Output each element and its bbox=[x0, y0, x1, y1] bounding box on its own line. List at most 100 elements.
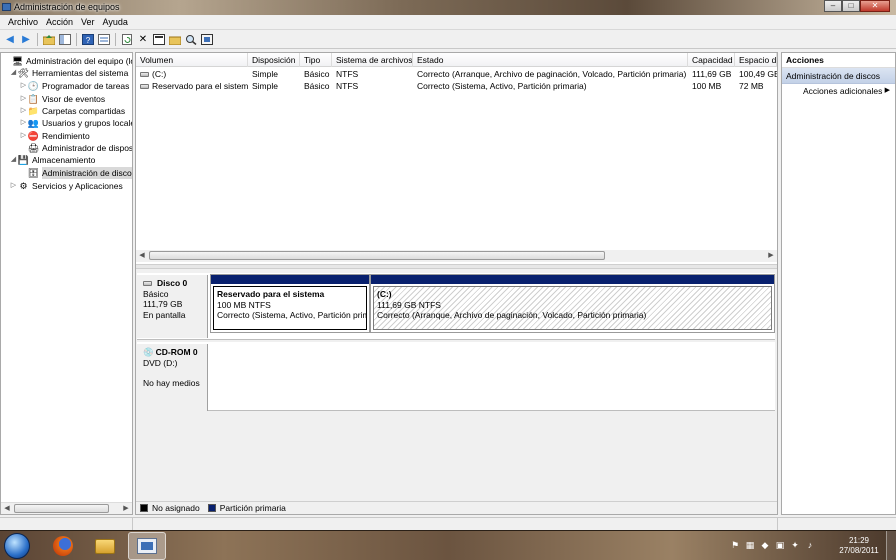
actions-section-disk-management[interactable]: Administración de discos bbox=[782, 68, 895, 84]
tree-item-performance[interactable]: ▷ ⛔ Rendimiento bbox=[19, 130, 90, 142]
tree-item-system-tools[interactable]: ◢ 🛠 Herramientas del sistema bbox=[9, 67, 129, 79]
scroll-left-icon[interactable]: ◀ bbox=[1, 503, 13, 514]
navigation-tree: 🖥Administración del equipo (local) ◢🛠Her… bbox=[0, 52, 133, 515]
column-volumen[interactable]: Volumen bbox=[136, 53, 248, 67]
scrollbar-thumb[interactable] bbox=[149, 251, 605, 260]
column-espacio-disponible[interactable]: Espacio disponible bbox=[735, 53, 777, 67]
volume-icon bbox=[140, 84, 149, 90]
expand-icon[interactable]: ▷ bbox=[19, 93, 28, 105]
title-bar: Administración de equipos – □ ✕ bbox=[0, 0, 896, 15]
tree-item-disk-management[interactable]: 🗄 Administración de discos bbox=[19, 167, 132, 179]
flag-icon[interactable]: ⚑ bbox=[730, 540, 740, 550]
disk-management-panel: Volumen Disposición Tipo Sistema de arch… bbox=[135, 52, 778, 515]
column-estado[interactable]: Estado bbox=[413, 53, 688, 67]
maximize-button[interactable]: □ bbox=[842, 0, 860, 12]
tree-item-device-manager[interactable]: 🖨Administrador de dispositivos bbox=[19, 142, 132, 154]
column-capacidad[interactable]: Capacidad bbox=[688, 53, 735, 67]
scroll-right-icon[interactable]: ▶ bbox=[120, 503, 132, 514]
volume-list-horizontal-scrollbar[interactable]: ◀ ▶ bbox=[136, 250, 777, 262]
network-icon[interactable]: ▦ bbox=[745, 540, 755, 550]
partition-c[interactable]: (C:) 111,69 GB NTFS Correcto (Arranque, … bbox=[370, 274, 775, 333]
volume-icon bbox=[140, 72, 149, 78]
minimize-button[interactable]: – bbox=[824, 0, 842, 12]
taskbar-firefox[interactable] bbox=[44, 532, 82, 560]
tools-icon: 🛠 bbox=[17, 68, 30, 78]
services-icon: ⚙ bbox=[19, 181, 28, 191]
taskbar-explorer[interactable] bbox=[86, 532, 124, 560]
export-icon[interactable] bbox=[200, 33, 214, 47]
performance-icon: ⛔ bbox=[27, 131, 40, 141]
expand-icon[interactable]: ▷ bbox=[19, 80, 28, 92]
refresh-icon[interactable] bbox=[120, 33, 134, 47]
list-view-icon[interactable] bbox=[97, 33, 111, 47]
expand-icon[interactable]: ▷ bbox=[19, 117, 28, 129]
disk-graphical-view: Disco 0 Básico 111,79 GB En pantalla Res… bbox=[136, 269, 777, 501]
disk-management-icon: 🗄 bbox=[27, 168, 40, 178]
tree-item-services[interactable]: ▷ ⚙ Servicios y Aplicaciones bbox=[9, 180, 123, 192]
collapse-icon[interactable]: ◢ bbox=[9, 67, 18, 79]
tree-item-shared-folders[interactable]: ▷ 📁 Carpetas compartidas bbox=[19, 105, 125, 117]
more-actions-item[interactable]: Acciones adicionales ▶ bbox=[782, 84, 895, 98]
system-tray: ⚑ ▦ ◆ ▣ ✦ ♪ bbox=[730, 540, 815, 551]
menu-accion[interactable]: Acción bbox=[42, 17, 77, 27]
expand-icon[interactable]: ▷ bbox=[19, 130, 28, 142]
primary-partition-bar bbox=[211, 275, 369, 284]
scroll-right-icon[interactable]: ▶ bbox=[765, 250, 777, 262]
primary-partition-bar bbox=[371, 275, 774, 284]
column-tipo[interactable]: Tipo bbox=[300, 53, 332, 67]
shared-folder-icon: 📁 bbox=[27, 106, 40, 116]
show-desktop-button[interactable] bbox=[886, 531, 896, 560]
show-hide-tree-icon[interactable] bbox=[58, 33, 72, 47]
back-icon[interactable]: ◀ bbox=[3, 33, 17, 47]
tree-horizontal-scrollbar[interactable]: ◀ ▶ bbox=[1, 502, 132, 514]
partition-reserved[interactable]: Reservado para el sistema 100 MB NTFS Co… bbox=[210, 274, 370, 333]
bluetooth-icon[interactable]: ✦ bbox=[790, 540, 800, 550]
volume-row-reserved[interactable]: Reservado para el sistema Simple Básico … bbox=[136, 80, 777, 92]
menu-ayuda[interactable]: Ayuda bbox=[99, 17, 132, 27]
computer-management-icon bbox=[2, 3, 11, 11]
menu-bar: Archivo Acción Ver Ayuda bbox=[0, 15, 896, 30]
delete-icon[interactable]: ✕ bbox=[136, 33, 150, 47]
tree-item-storage[interactable]: ◢ 💾 Almacenamiento bbox=[9, 154, 96, 166]
cdrom-0-band bbox=[137, 342, 775, 411]
tree-item-event-viewer[interactable]: ▷ 📋 Visor de eventos bbox=[19, 93, 105, 105]
open-icon[interactable] bbox=[168, 33, 182, 47]
forward-icon[interactable]: ▶ bbox=[19, 33, 33, 47]
properties-sheet-icon[interactable] bbox=[152, 33, 166, 47]
up-folder-icon[interactable] bbox=[42, 33, 56, 47]
monitor-icon[interactable]: ▣ bbox=[775, 540, 785, 550]
expand-icon[interactable]: ▷ bbox=[19, 105, 28, 117]
scroll-left-icon[interactable]: ◀ bbox=[136, 250, 148, 262]
legend-unallocated-label: No asignado bbox=[152, 503, 200, 513]
volume-icon[interactable]: ♪ bbox=[805, 540, 815, 550]
disk-0-info[interactable]: Disco 0 Básico 111,79 GB En pantalla bbox=[137, 275, 208, 338]
tree-item-task-scheduler[interactable]: ▷ 🕒 Programador de tareas bbox=[19, 80, 130, 92]
expand-icon[interactable]: ▷ bbox=[9, 180, 18, 192]
menu-archivo[interactable]: Archivo bbox=[4, 17, 42, 27]
close-button[interactable]: ✕ bbox=[860, 0, 890, 12]
taskbar-computer-management[interactable] bbox=[128, 532, 166, 560]
collapse-icon[interactable]: ◢ bbox=[9, 154, 18, 166]
search-icon[interactable] bbox=[184, 33, 198, 47]
legend: No asignado Partición primaria bbox=[136, 501, 777, 514]
volume-row-c[interactable]: (C:) Simple Básico NTFS Correcto (Arranq… bbox=[136, 68, 777, 80]
column-disposicion[interactable]: Disposición bbox=[248, 53, 300, 67]
firefox-icon bbox=[53, 536, 73, 556]
scrollbar-thumb[interactable] bbox=[14, 504, 109, 513]
submenu-arrow-icon: ▶ bbox=[884, 87, 890, 94]
help-icon[interactable]: ? bbox=[81, 33, 95, 47]
start-button[interactable] bbox=[4, 533, 30, 559]
tree-item-local-users[interactable]: ▷ 👥 Usuarios y grupos locales bbox=[19, 117, 132, 129]
column-sistema-archivos[interactable]: Sistema de archivos bbox=[332, 53, 413, 67]
window-title: Administración de equipos bbox=[14, 2, 120, 12]
svg-text:?: ? bbox=[86, 36, 91, 45]
cdrom-0-info[interactable]: 💿 CD-ROM 0 DVD (D:) No hay medios bbox=[137, 344, 208, 411]
menu-ver[interactable]: Ver bbox=[77, 17, 99, 27]
taskbar-clock[interactable]: 21:29 27/08/2011 bbox=[836, 536, 882, 556]
volume-list-header: Volumen Disposición Tipo Sistema de arch… bbox=[136, 53, 777, 67]
actions-pane: Acciones Administración de discos Accion… bbox=[781, 52, 896, 515]
tree-item-root[interactable]: 🖥Administración del equipo (local) bbox=[3, 55, 132, 67]
security-icon[interactable]: ◆ bbox=[760, 540, 770, 550]
event-viewer-icon: 📋 bbox=[27, 94, 40, 104]
storage-icon: 💾 bbox=[17, 155, 30, 165]
